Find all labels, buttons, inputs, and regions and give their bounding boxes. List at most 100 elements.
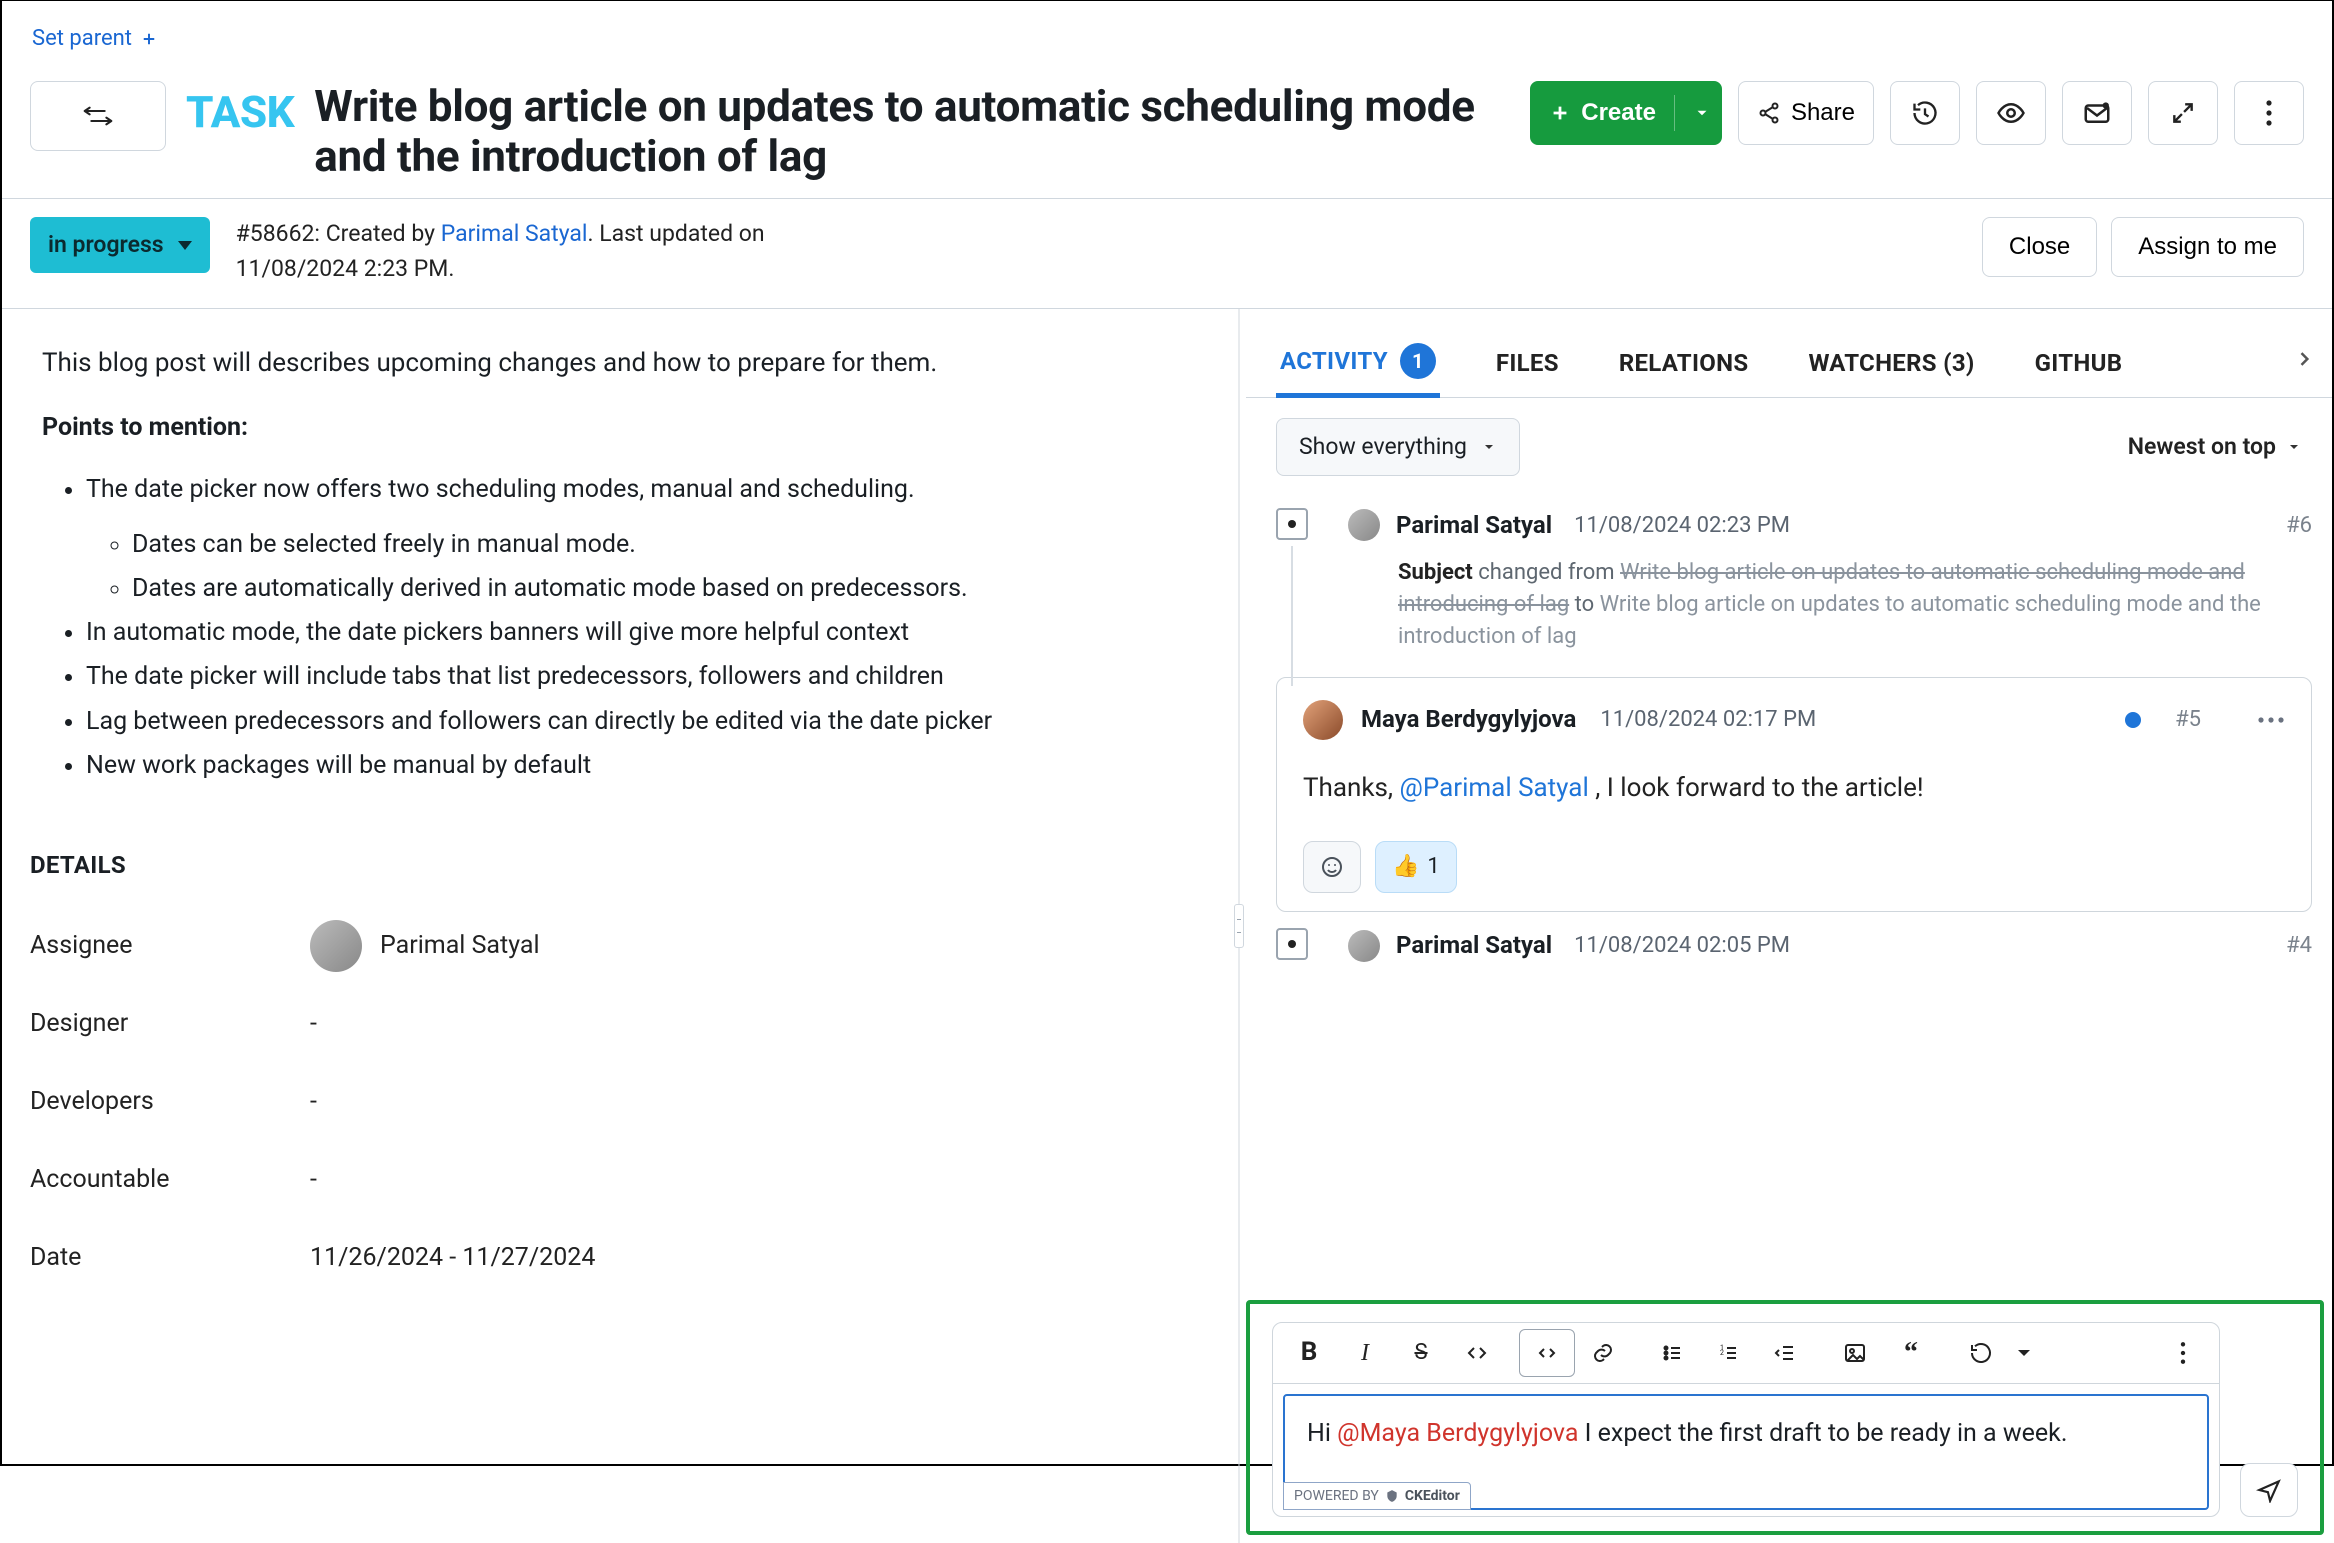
change-marker-icon xyxy=(1276,928,1308,960)
field-name: Subject xyxy=(1398,560,1473,585)
text: Hi xyxy=(1307,1419,1337,1448)
tab-label: FILES xyxy=(1496,346,1559,381)
kebab-icon xyxy=(2171,1341,2195,1365)
strike-button[interactable]: S xyxy=(1393,1329,1449,1377)
code-block-icon xyxy=(1535,1341,1559,1365)
numbered-list-button[interactable]: 12 xyxy=(1701,1329,1757,1377)
mention[interactable]: @Parimal Satyal xyxy=(1400,773,1589,803)
bold-button[interactable]: B xyxy=(1281,1329,1337,1377)
comment-text: Thanks, @Parimal Satyal , I look forward… xyxy=(1303,740,2285,842)
tab-relations[interactable]: RELATIONS xyxy=(1615,332,1753,395)
tab-label: WATCHERS (3) xyxy=(1808,346,1974,381)
meta-author-link[interactable]: Parimal Satyal xyxy=(441,220,588,247)
subbullet: Dates can be selected freely in manual m… xyxy=(132,527,1196,563)
activity-sort[interactable]: Newest on top xyxy=(2128,430,2302,463)
tab-github[interactable]: GITHUB xyxy=(2031,332,2127,395)
tab-watchers[interactable]: WATCHERS (3) xyxy=(1804,332,1978,395)
tabs-scroll-right[interactable] xyxy=(2294,349,2314,377)
comment-more-button[interactable] xyxy=(2257,707,2285,733)
text: , I look forward to the article! xyxy=(1589,773,1924,803)
description-bullets: The date picker now offers two schedulin… xyxy=(42,472,1196,784)
more-actions-button[interactable] xyxy=(2234,81,2304,145)
comment-editor[interactable]: Hi @Maya Berdygylyjova I expect the firs… xyxy=(1283,1394,2209,1510)
sort-label: Newest on top xyxy=(2128,430,2276,463)
comment-composer: B I S 12 “ xyxy=(1272,1322,2220,1517)
tab-files[interactable]: FILES xyxy=(1492,332,1563,395)
editor-toolbar: B I S 12 “ xyxy=(1273,1323,2219,1384)
chevron-down-icon xyxy=(2286,439,2302,455)
italic-button[interactable]: I xyxy=(1337,1329,1393,1377)
comment-timestamp: 11/08/2024 02:17 PM xyxy=(1600,704,1816,736)
share-button[interactable]: Share xyxy=(1738,81,1874,145)
comment-author[interactable]: Maya Berdygylyjova xyxy=(1361,702,1576,737)
subbullet: Dates are automatically derived in autom… xyxy=(132,571,1196,607)
assign-to-me-button[interactable]: Assign to me xyxy=(2111,217,2304,277)
plus-icon xyxy=(1549,102,1571,124)
link-button[interactable] xyxy=(1575,1329,1631,1377)
status-selector[interactable]: in progress xyxy=(30,217,210,273)
chevron-down-icon xyxy=(1693,104,1711,122)
detail-value: - xyxy=(310,1084,317,1120)
description-intro: This blog post will describes upcoming c… xyxy=(42,345,1196,383)
link-icon xyxy=(1591,1341,1615,1365)
set-parent-link[interactable]: Set parent xyxy=(30,17,160,61)
bulleted-list-button[interactable] xyxy=(1645,1329,1701,1377)
inline-code-button[interactable] xyxy=(1449,1329,1505,1377)
watch-button[interactable] xyxy=(1976,81,2046,145)
mail-dot-icon xyxy=(2082,98,2112,128)
bullet: New work packages will be manual by defa… xyxy=(86,748,1196,784)
meta-line: #58662: Created by Parimal Satyal. Last … xyxy=(236,217,796,286)
avatar xyxy=(310,920,362,972)
history-dropdown-button[interactable] xyxy=(1953,1329,2009,1377)
work-package-title[interactable]: Write blog article on updates to automat… xyxy=(314,81,1510,182)
description[interactable]: This blog post will describes upcoming c… xyxy=(2,309,1232,802)
fullscreen-button[interactable] xyxy=(2148,81,2218,145)
description-points-title: Points to mention: xyxy=(42,413,248,442)
activity-anchor[interactable]: #6 xyxy=(2286,510,2312,542)
reaction-thumbs-up[interactable]: 👍 1 xyxy=(1375,841,1457,893)
detail-row-accountable[interactable]: Accountable - xyxy=(30,1141,1192,1219)
activity-list: Parimal Satyal 11/08/2024 02:23 PM #6 Su… xyxy=(1246,502,2332,1300)
status-label: in progress xyxy=(48,228,164,261)
send-comment-button[interactable] xyxy=(2240,1463,2298,1517)
tab-activity[interactable]: ACTIVITY 1 xyxy=(1276,329,1440,398)
activity-author[interactable]: Parimal Satyal xyxy=(1396,928,1552,963)
svg-text:2: 2 xyxy=(1720,1349,1724,1357)
activity-anchor[interactable]: #4 xyxy=(2286,930,2312,962)
history-caret[interactable] xyxy=(2009,1329,2039,1377)
eye-icon xyxy=(1996,98,2026,128)
add-reaction-button[interactable] xyxy=(1303,841,1361,893)
history-icon xyxy=(1911,99,1939,127)
history-button[interactable] xyxy=(1890,81,1960,145)
notifications-button[interactable] xyxy=(2062,81,2132,145)
brand-label: CKEditor xyxy=(1405,1486,1460,1506)
toolbar-more-button[interactable] xyxy=(2155,1329,2211,1377)
split-divider[interactable] xyxy=(1232,309,1246,1543)
detail-row-designer[interactable]: Designer - xyxy=(30,985,1192,1063)
bullet: The date picker will include tabs that l… xyxy=(86,659,1196,695)
blockquote-button[interactable]: “ xyxy=(1883,1329,1939,1377)
create-button-label: Create xyxy=(1581,99,1656,127)
image-button[interactable] xyxy=(1827,1329,1883,1377)
thumbs-up-icon: 👍 xyxy=(1392,851,1419,883)
details-heading: DETAILS xyxy=(30,848,1192,883)
detail-row-date[interactable]: Date 11/26/2024 - 11/27/2024 xyxy=(30,1219,1192,1297)
back-button[interactable] xyxy=(30,81,166,151)
ellipsis-icon xyxy=(2257,715,2285,725)
create-button[interactable]: Create xyxy=(1530,81,1722,145)
outdent-button[interactable] xyxy=(1757,1329,1813,1377)
code-block-button[interactable] xyxy=(1519,1329,1575,1377)
text: I expect the first draft to be ready in … xyxy=(1578,1419,2067,1448)
expand-icon xyxy=(2170,100,2196,126)
activity-anchor[interactable]: #5 xyxy=(2175,704,2201,736)
reaction-count: 1 xyxy=(1427,851,1439,883)
activity-filter[interactable]: Show everything xyxy=(1276,418,1520,476)
close-button[interactable]: Close xyxy=(1982,217,2097,277)
activity-entry: Parimal Satyal 11/08/2024 02:23 PM #6 Su… xyxy=(1276,502,2312,658)
detail-row-developers[interactable]: Developers - xyxy=(30,1063,1192,1141)
detail-label: Designer xyxy=(30,1006,310,1042)
share-icon xyxy=(1757,101,1781,125)
avatar xyxy=(1303,700,1343,740)
activity-author[interactable]: Parimal Satyal xyxy=(1396,508,1552,543)
detail-row-assignee[interactable]: Assignee Parimal Satyal xyxy=(30,907,1192,985)
